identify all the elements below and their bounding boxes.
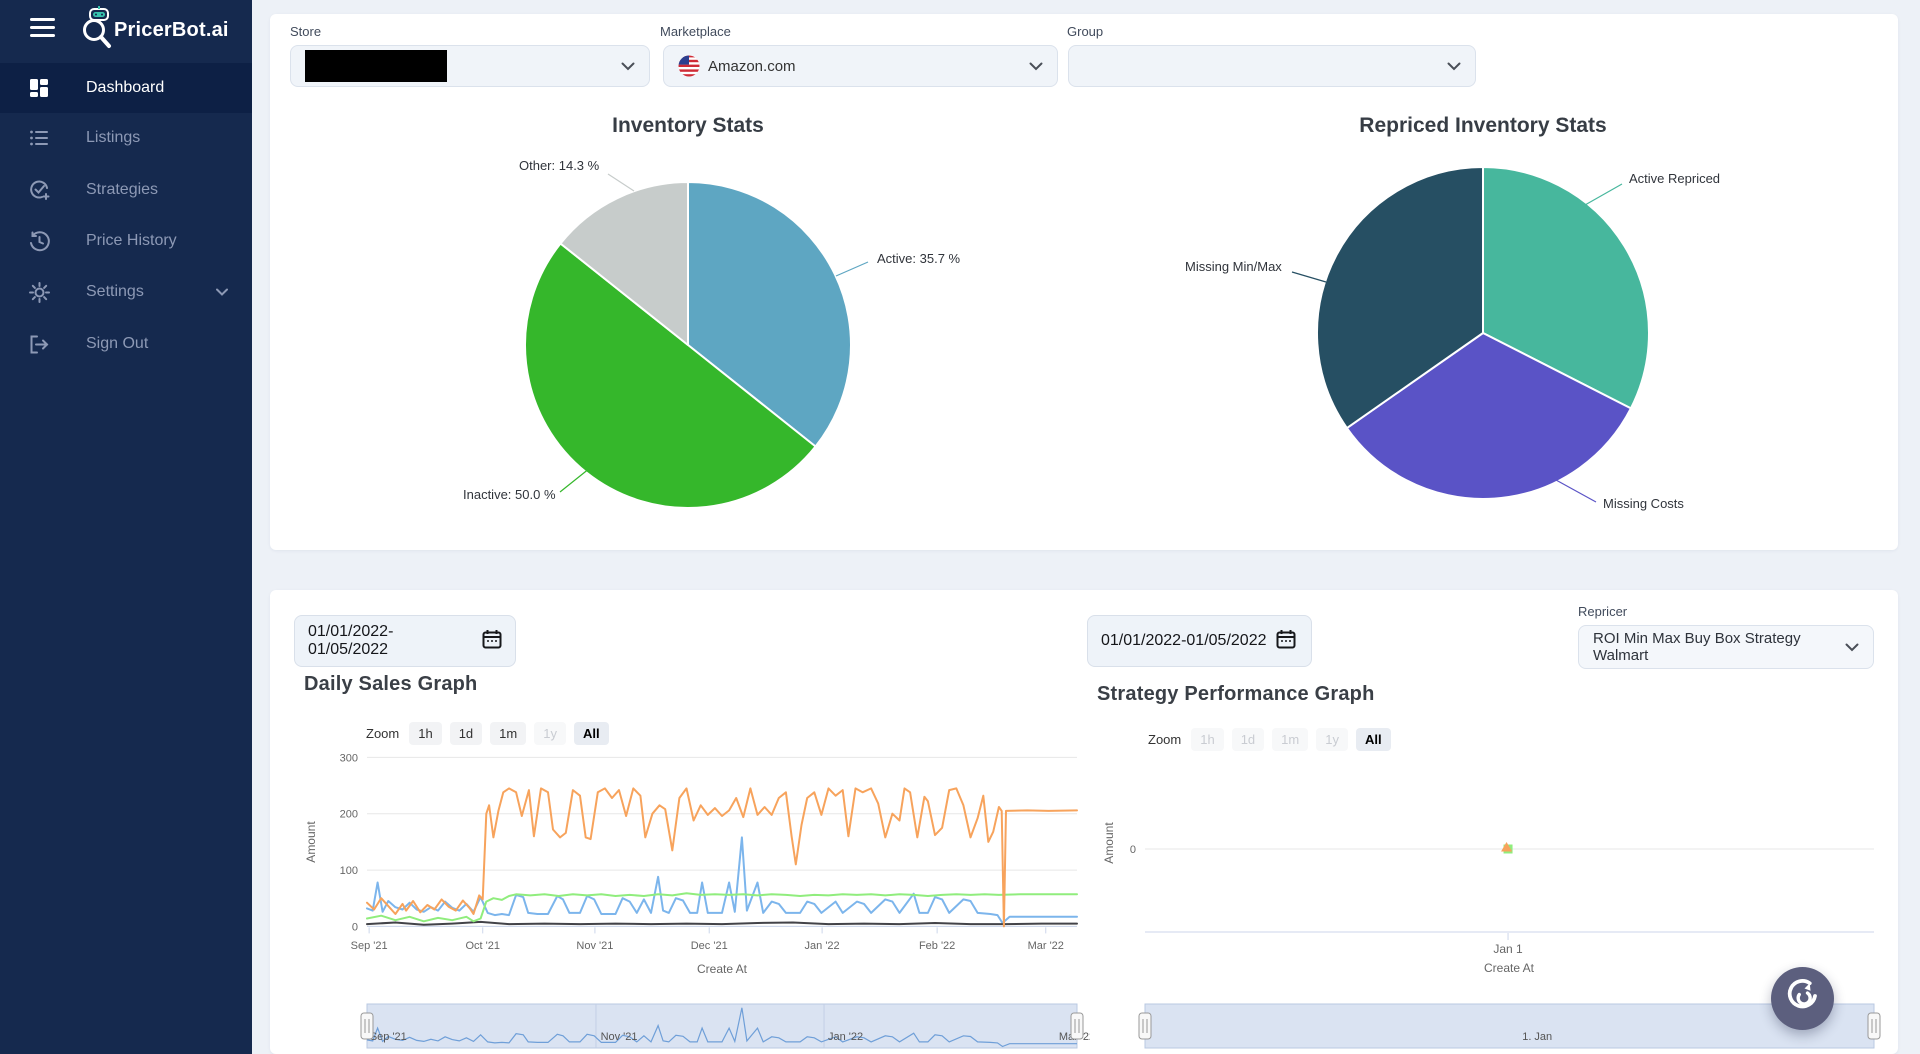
- strategy-date-range-value: 01/01/2022-01/05/2022: [1101, 632, 1266, 650]
- app-logo[interactable]: PricerBot.ai: [78, 6, 229, 55]
- sidebar-item-dashboard[interactable]: Dashboard: [0, 63, 252, 113]
- pie-label-inactive: Inactive: 50.0 %: [463, 487, 556, 502]
- navigator-handle[interactable]: [361, 1013, 373, 1039]
- svg-text:Jan '22: Jan '22: [828, 1031, 863, 1043]
- series-orange: [367, 788, 1077, 926]
- daily-sales-chart[interactable]: 0 100 200 300 Sep '21 Oct '21 Nov '21 Dec '21 Ja…: [280, 742, 1090, 1054]
- svg-text:Amount: Amount: [304, 821, 318, 863]
- sign-out-icon: [28, 333, 50, 355]
- sidebar-item-price-history[interactable]: Price History: [0, 216, 252, 266]
- strategies-icon: [28, 179, 50, 201]
- robot-magnifier-icon: [78, 6, 118, 55]
- strategy-date-range-picker[interactable]: 01/01/2022-01/05/2022: [1087, 615, 1312, 667]
- daily-sales-graph-title: Daily Sales Graph: [304, 673, 477, 696]
- dashboard-page: PricerBot.ai Dashboard Listings: [0, 0, 1920, 1054]
- repricer-select[interactable]: ROI Min Max Buy Box Strategy Walmart: [1578, 625, 1874, 669]
- calendar-icon: [482, 629, 502, 654]
- pie-label-active: Active: 35.7 %: [877, 251, 960, 266]
- svg-text:Feb '22: Feb '22: [919, 940, 955, 952]
- inventory-panel: Store Marketplace: [270, 14, 1898, 550]
- dashboard-icon: [28, 77, 50, 99]
- svg-text:Mar '22: Mar '22: [1028, 940, 1064, 952]
- hamburger-menu-icon[interactable]: [30, 18, 55, 37]
- sidebar-item-label: Sign Out: [86, 335, 148, 353]
- chevron-down-icon: [216, 283, 228, 301]
- series-blue: [367, 837, 1077, 923]
- sidebar-item-label: Dashboard: [86, 79, 164, 97]
- pie-label-missing-minmax: Missing Min/Max: [1185, 259, 1282, 274]
- series-dark: [367, 922, 1077, 925]
- swirl-logo-icon: [1785, 978, 1821, 1019]
- pie-label-missing-costs: Missing Costs: [1603, 496, 1684, 511]
- gear-icon: [28, 281, 50, 303]
- svg-text:Jan 1: Jan 1: [1493, 942, 1523, 956]
- svg-text:Sep '21: Sep '21: [351, 940, 388, 952]
- calendar-icon: [1276, 629, 1296, 654]
- repricer-value: ROI Min Max Buy Box Strategy Walmart: [1593, 630, 1845, 664]
- app-logo-text: PricerBot.ai: [114, 19, 229, 42]
- svg-text:Create At: Create At: [697, 962, 748, 976]
- sidebar-item-label: Listings: [86, 129, 140, 147]
- navigator-handle[interactable]: [1071, 1013, 1083, 1039]
- pie-label-other: Other: 14.3 %: [519, 158, 599, 173]
- svg-text:Nov '21: Nov '21: [576, 940, 613, 952]
- svg-text:300: 300: [340, 752, 358, 764]
- strategy-navigator[interactable]: [1145, 1004, 1874, 1048]
- svg-text:Nov '21: Nov '21: [601, 1031, 638, 1043]
- sidebar-header: PricerBot.ai: [0, 0, 252, 56]
- daily-date-range-value: 01/01/2022-01/05/2022: [308, 623, 472, 659]
- svg-text:200: 200: [340, 809, 358, 821]
- svg-text:Jan '22: Jan '22: [805, 940, 840, 952]
- sidebar-item-label: Settings: [86, 283, 144, 301]
- svg-text:Create At: Create At: [1484, 961, 1535, 975]
- sidebar-item-label: Price History: [86, 232, 177, 250]
- graphs-panel: 01/01/2022-01/05/2022 01/01/2022-01/05/2…: [270, 590, 1898, 1054]
- svg-text:0: 0: [352, 921, 358, 933]
- sidebar-item-listings[interactable]: Listings: [0, 113, 252, 163]
- svg-text:Sep '21: Sep '21: [370, 1031, 407, 1043]
- sidebar-item-sign-out[interactable]: Sign Out: [0, 319, 252, 369]
- repricer-label: Repricer: [1578, 604, 1627, 619]
- daily-date-range-picker[interactable]: 01/01/2022-01/05/2022: [294, 615, 516, 667]
- floating-widget-button[interactable]: [1771, 967, 1834, 1030]
- svg-text:Dec '21: Dec '21: [691, 940, 728, 952]
- listings-icon: [28, 127, 50, 149]
- pie-label-active-repriced: Active Repriced: [1629, 171, 1720, 186]
- sidebar-item-label: Strategies: [86, 181, 158, 199]
- sidebar: PricerBot.ai Dashboard Listings: [0, 0, 252, 1054]
- svg-text:Amount: Amount: [1102, 822, 1116, 864]
- zoom-row-label: Zoom: [366, 726, 399, 741]
- strategy-performance-graph-title: Strategy Performance Graph: [1097, 683, 1375, 706]
- navigator-handle[interactable]: [1868, 1013, 1880, 1039]
- navigator-handle[interactable]: [1139, 1013, 1151, 1039]
- sidebar-item-strategies[interactable]: Strategies: [0, 165, 252, 215]
- svg-text:Oct '21: Oct '21: [465, 940, 500, 952]
- svg-text:0: 0: [1130, 844, 1136, 856]
- svg-text:100: 100: [340, 865, 358, 877]
- svg-text:1. Jan: 1. Jan: [1522, 1031, 1552, 1043]
- series-green: [367, 893, 1077, 921]
- history-clock-icon: [28, 230, 50, 252]
- pie-charts-canvas: [270, 14, 1898, 550]
- sidebar-item-settings[interactable]: Settings: [0, 267, 252, 317]
- chevron-down-icon: [1845, 639, 1859, 656]
